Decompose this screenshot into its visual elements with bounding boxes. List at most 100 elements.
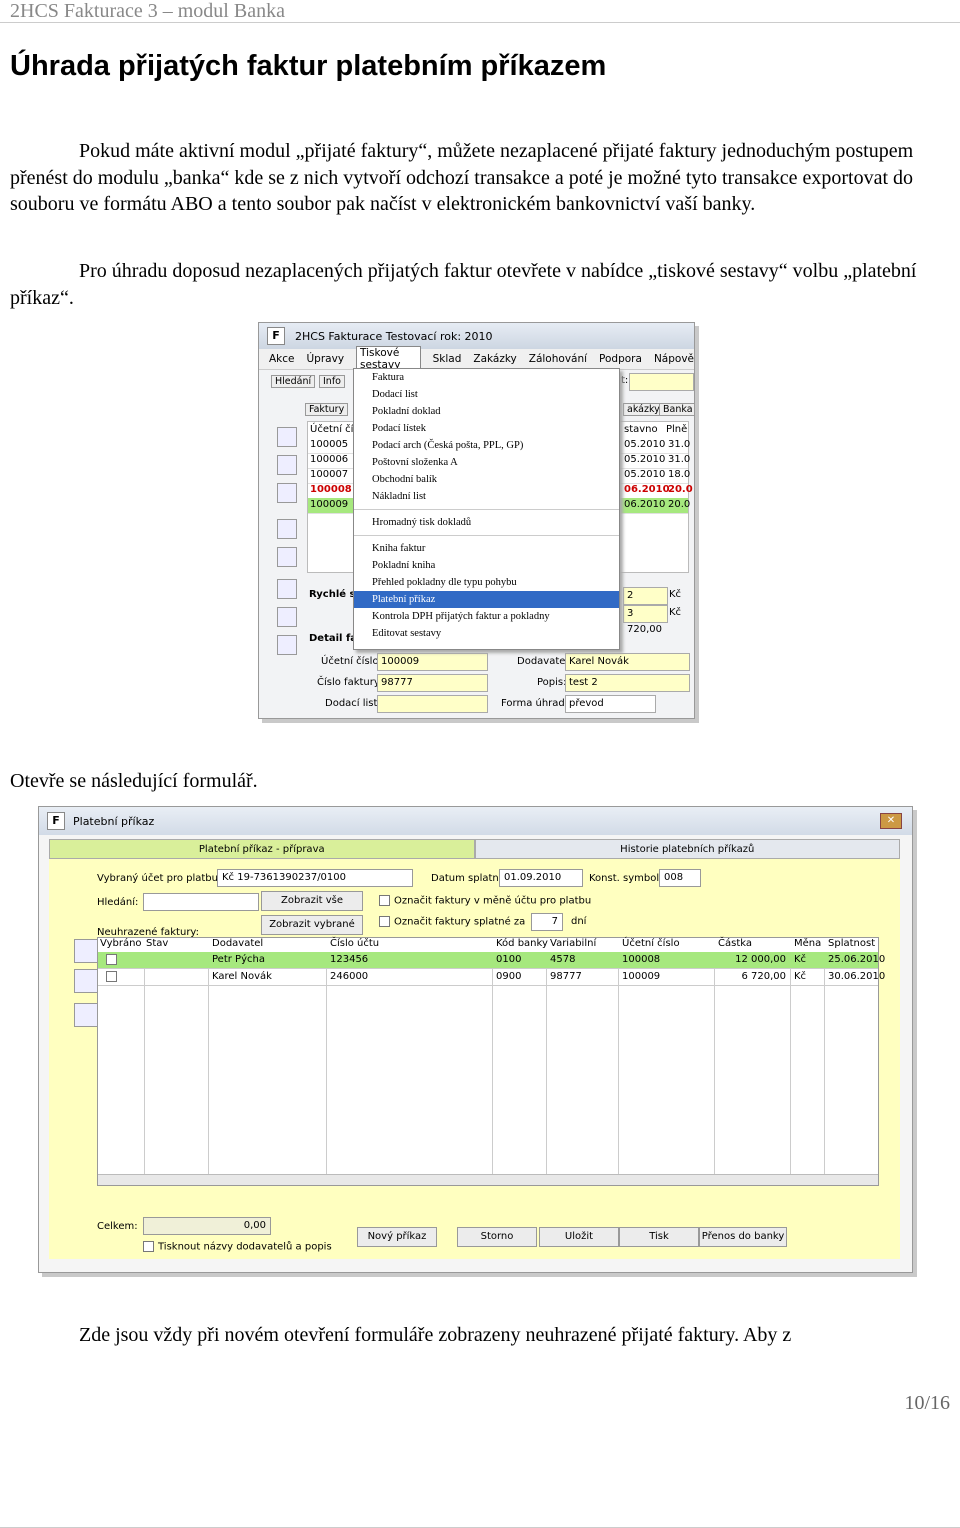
dropdown-item[interactable]: Podací arch (Česká pošta, PPL, GP) [354,437,619,454]
dropdown-item[interactable]: Nákladní list [354,488,619,505]
dropdown-item-platebni-prikaz[interactable]: Platební příkaz [354,591,619,608]
dropdown-item[interactable]: Poštovní složenka A [354,454,619,471]
menu-upravy[interactable]: Úpravy [307,353,345,365]
cell-kod: 0900 [496,971,522,982]
app-logo-icon: F [47,812,65,830]
menu-napoveda[interactable]: Nápově [654,353,694,365]
dropdown-item[interactable]: Podací lístek [354,420,619,437]
opt2-checkbox[interactable] [379,916,390,927]
close-icon[interactable]: ✕ [880,813,902,829]
tiskove-sestavy-dropdown: Faktura Dodací list Pokladní doklad Poda… [353,368,620,650]
new-document-icon[interactable] [277,427,297,447]
novy-prikaz-button[interactable]: Nový příkaz [357,1227,437,1247]
col-cislo-uctu: Číslo účtu [330,938,380,949]
dropdown-item-submenu[interactable]: Hromadný tisk dokladů [354,514,619,531]
opt2-days-field[interactable]: 7 [531,913,563,931]
row-date: 05.2010 [624,454,666,465]
menu-zalohovani[interactable]: Zálohování [529,353,587,365]
tisk-nazvu-label[interactable]: Tisknout názvy dodavatelů a popis [143,1241,332,1253]
tisk-nazvu-checkbox[interactable] [143,1241,154,1252]
row-value: 20.0 [668,484,693,495]
search-document-icon[interactable] [277,519,297,539]
table-row[interactable]: Petr Pýcha 123456 0100 4578 100008 12 00… [98,952,885,969]
menu-sklad[interactable]: Sklad [433,353,462,365]
col-splatnost: stavno [624,424,658,435]
opt2-unit: dní [571,916,587,927]
ucetni-cislo-field[interactable]: 100009 [377,653,488,671]
tab-historie[interactable]: Historie platebních příkazů [474,839,900,859]
dropdown-item[interactable]: Pokladní doklad [354,403,619,420]
dropdown-item[interactable]: Přehled pokladny dle typu pohybu [354,574,619,591]
dropdown-item[interactable]: Faktura [354,369,619,386]
dodavatel-field[interactable]: Karel Novák [565,653,690,671]
ulozit-button[interactable]: Uložit [539,1227,619,1247]
popis-label: Popis: [537,677,567,688]
tisk-button[interactable]: Tisk [619,1227,699,1247]
row-date: 05.2010 [624,469,666,480]
row-checkbox[interactable] [106,952,121,968]
menu-akce[interactable]: Akce [269,353,295,365]
dropdown-item[interactable]: Kniha faktur [354,540,619,557]
partial-label: t: [621,375,629,386]
forma-uhrady-select[interactable]: převod [565,695,656,713]
book-icon[interactable] [74,1003,98,1027]
new-document-icon[interactable] [74,939,98,963]
opt1-checkbox[interactable] [379,895,390,906]
prenos-do-banky-button[interactable]: Přenos do banky [699,1227,787,1247]
tab-banka[interactable]: Banka [659,403,694,416]
tab-priprava[interactable]: Platební příkaz - příprava [49,839,475,859]
dodavatel-label: Dodavatel: [517,656,572,667]
cislo-faktury-field[interactable]: 98777 [377,674,488,692]
menu-podpora[interactable]: Podpora [599,353,642,365]
col-dodavatel: Dodavatel [212,938,264,949]
report-icon[interactable] [277,635,297,655]
opt2-text: Označit faktury splatné za [394,916,526,928]
row-checkbox[interactable] [106,969,121,985]
dropdown-item[interactable]: Pokladní kniha [354,557,619,574]
opt2-label[interactable]: Označit faktury splatné za [379,916,525,928]
book-icon[interactable] [277,547,297,567]
col-castka: Částka [718,938,752,949]
zobrazit-vybrane-button[interactable]: Zobrazit vybrané [261,915,363,935]
search-field[interactable] [629,373,694,391]
copy-document-icon[interactable] [277,455,297,475]
delete-document-icon[interactable] [74,969,98,993]
print-icon[interactable] [277,579,297,599]
ucet-select[interactable]: Kč 19-7361390237/0100 [217,869,413,887]
invoices-table: Vybráno Stav Dodavatel Číslo účtu Kód ba… [97,937,885,1186]
info-button[interactable]: Info [319,375,345,388]
row-value: 31.0 [668,439,691,450]
menu-zakazky[interactable]: Zakázky [473,353,516,365]
zobrazit-vse-button[interactable]: Zobrazit vše [261,891,363,911]
hledani-button[interactable]: Hledání [271,375,316,388]
sum1-currency: Kč [669,589,682,600]
dodaci-list-field[interactable] [377,695,488,713]
header-divider [0,22,960,23]
hledani-input[interactable] [143,893,259,911]
popis-field[interactable]: test 2 [565,674,690,692]
opt1-label[interactable]: Označit faktury v měně účtu pro platbu [379,895,591,907]
celkem-label: Celkem: [97,1221,138,1232]
tab-zakazky[interactable]: akázky [623,403,664,416]
row-value: 20.0 [668,499,691,510]
paragraph-intro-text: Pokud máte aktivní modul „přijaté faktur… [10,140,914,215]
detail-label: Detail fa [309,633,358,644]
ucetni-cislo-label: Účetní číslo: [321,656,382,667]
konst-symbol-field[interactable]: 008 [659,869,701,887]
dropdown-separator [354,535,619,536]
table-row[interactable]: Karel Novák 246000 0900 98777 100009 6 7… [98,969,885,986]
dropdown-item[interactable]: Editovat sestavy [354,625,619,642]
delete-document-icon[interactable] [277,483,297,503]
row-id: 100007 [310,469,349,480]
col-ucetni-cislo: Účetní čís [310,424,359,435]
dropdown-item[interactable]: Kontrola DPH přijatých faktur a pokladny [354,608,619,625]
sum1-field: 2 720,00 [623,587,668,617]
dropdown-item[interactable]: Obchodní balík [354,471,619,488]
storno-button[interactable]: Storno [457,1227,537,1247]
horizontal-scrollbar[interactable] [98,1174,878,1185]
tab-faktury[interactable]: Faktury [305,403,349,416]
page-number: 10/16 [904,1392,950,1414]
splatnost-field[interactable]: 01.09.2010 [499,869,583,887]
dropdown-item[interactable]: Dodací list [354,386,619,403]
export-icon[interactable] [277,607,297,627]
